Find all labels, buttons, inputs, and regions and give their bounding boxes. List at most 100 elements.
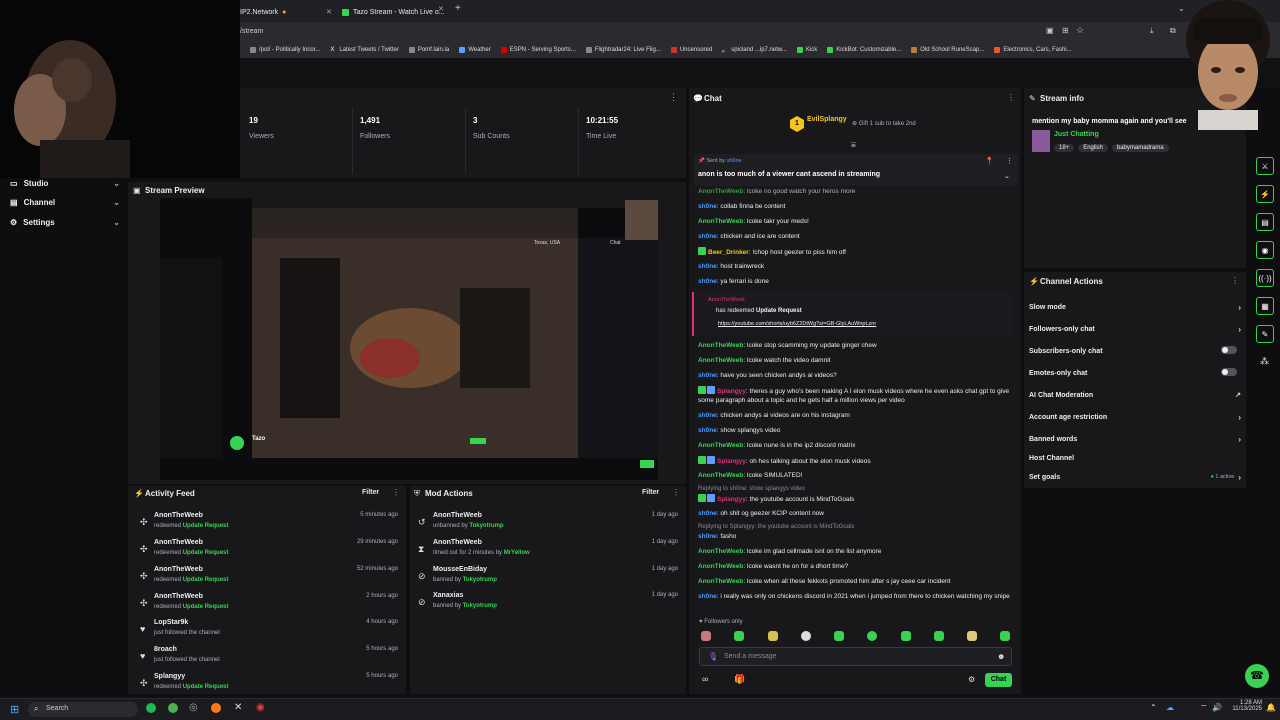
bookmark[interactable]: Weather — [459, 47, 491, 53]
chat-user[interactable]: sh0ne — [698, 233, 717, 240]
emote-icon[interactable] — [801, 631, 811, 641]
chat-user[interactable]: AnonTheWeeb — [698, 442, 743, 449]
bookmark[interactable]: Electronics, Cars, Fashi... — [994, 47, 1072, 53]
bookmark[interactable]: Old School RuneScap... — [911, 47, 984, 53]
emote-icon[interactable] — [768, 631, 778, 641]
rail-button-moderation[interactable]: ⚔ — [1256, 157, 1274, 175]
gear-icon[interactable]: ⚙ — [968, 675, 975, 684]
user-name[interactable]: Splangyy — [154, 673, 185, 680]
redeem-link[interactable]: https://youtube.com/shorts/uyb6Z2DtWg?si… — [718, 321, 876, 327]
emoji-icon[interactable]: ☻ — [997, 652, 1005, 661]
filter-button[interactable]: Filter — [642, 489, 659, 496]
sent-by-user[interactable]: sh0ne — [727, 158, 742, 164]
emote-icon[interactable] — [967, 631, 977, 641]
send-chat-button[interactable]: Chat — [985, 673, 1012, 687]
emote-icon[interactable] — [867, 631, 877, 641]
close-icon[interactable]: ✕ — [326, 8, 332, 16]
chat-user[interactable]: sh0ne — [698, 263, 717, 270]
user-name[interactable]: MousseEnBiday — [433, 566, 487, 573]
wifi-icon[interactable]: ⌔ — [1200, 703, 1208, 713]
cloud-icon[interactable]: ☁ — [1166, 703, 1174, 712]
chat-user[interactable]: AnonTheWeeb — [698, 188, 743, 195]
bookmark[interactable]: Flightradar24: Live Flig... — [585, 47, 661, 53]
steam-icon[interactable]: ◎ — [189, 702, 198, 713]
reply-context[interactable]: Replying to Splangyy: the youtube accoun… — [698, 524, 854, 530]
chat-user[interactable]: AnonTheWeeb — [698, 342, 743, 349]
sidebar-item-settings[interactable]: ⚙ Settings ⌄ — [10, 214, 120, 230]
toggle-switch[interactable] — [1221, 368, 1237, 376]
extensions-icon[interactable]: ⧉ — [1170, 26, 1176, 36]
bookmark[interactable]: Uncensored — [670, 47, 712, 53]
action-banned-words[interactable]: Banned words › — [1029, 432, 1241, 446]
moderator-name[interactable]: MrYellow — [504, 550, 530, 556]
chat-user[interactable]: sh0ne — [698, 203, 717, 210]
browser-tab-ip2[interactable]: IP2.Network ● ✕ — [240, 4, 332, 20]
rail-button-notes[interactable]: ▤ — [1256, 213, 1274, 231]
rail-button-actions[interactable]: ⚡ — [1256, 185, 1274, 203]
tag[interactable]: babymamadrama — [1111, 144, 1169, 152]
browser-tab-tazo[interactable]: Tazo Stream - Watch Live o... — [342, 4, 446, 20]
emote-icon[interactable] — [734, 631, 744, 641]
chat-user[interactable]: AnonTheWeeb — [698, 578, 743, 585]
stream-video[interactable]: Tazo Chat Texas, USA — [160, 198, 658, 480]
moderator-name[interactable]: Tokyotrump — [469, 523, 503, 529]
user-name[interactable]: AnonTheWeeb — [154, 593, 203, 600]
emote-icon[interactable] — [834, 631, 844, 641]
chat-user[interactable]: AnonTheWeeb — [698, 218, 743, 225]
user-name[interactable]: AnonTheWeeb — [154, 566, 203, 573]
gift-icon[interactable]: 🎁 — [734, 674, 745, 685]
rail-button-tools[interactable]: ✎ — [1256, 325, 1274, 343]
close-icon[interactable]: ✕ — [438, 5, 444, 13]
filter-button[interactable]: Filter — [362, 489, 379, 496]
tag[interactable]: English — [1078, 144, 1108, 152]
notification-icon[interactable]: 🔔 — [1266, 703, 1276, 712]
action-account-age[interactable]: Account age restriction › — [1029, 410, 1241, 424]
bookmark[interactable]: Kick — [796, 47, 817, 53]
infinity-icon[interactable]: ∞ — [702, 674, 708, 684]
new-tab-icon[interactable]: + — [455, 3, 461, 14]
moderator-name[interactable]: Tokyotrump — [463, 603, 497, 609]
sidebar-item-channel[interactable]: ▤ Channel ⌄ — [10, 194, 120, 210]
chevron-up-icon[interactable]: ⌃ — [1150, 703, 1157, 712]
gift-leader-name[interactable]: EvilSplangy — [807, 116, 847, 123]
firefox-icon[interactable] — [211, 703, 221, 713]
bookmark[interactable]: /pol/ - Politically Incor... — [250, 47, 320, 53]
star-icon[interactable]: ☆ — [1076, 25, 1084, 36]
user-name[interactable]: Xanaxias — [433, 592, 463, 599]
microphone-icon[interactable]: 🎙 — [708, 652, 718, 661]
pin-icon[interactable]: 📍 — [985, 157, 994, 165]
emote-icon[interactable] — [701, 631, 711, 641]
chat-user[interactable]: AnonTheWeeb — [698, 548, 743, 555]
reply-context[interactable]: Replying to sh0ne: show splangys video — [698, 486, 805, 492]
chat-user[interactable]: AnonTheWeeb — [698, 563, 743, 570]
chat-user[interactable]: sh0ne — [698, 593, 717, 600]
help-chat-button[interactable]: ☎ — [1245, 664, 1269, 688]
chat-user[interactable]: AnonTheWeeb — [698, 357, 743, 364]
redeem-user[interactable]: AnonTheWeeb — [708, 297, 745, 303]
action-ai-moderation[interactable]: AI Chat Moderation ↗ — [1029, 388, 1241, 402]
clock[interactable]: 1:28 AM 11/13/2025 — [1228, 700, 1262, 712]
chat-input[interactable]: 🎙 Send a message ☻ — [699, 647, 1012, 666]
bookmark[interactable]: Pomf.lain.la — [408, 47, 449, 53]
spotify-icon[interactable] — [146, 703, 156, 713]
volume-icon[interactable]: 🔊 — [1212, 703, 1222, 712]
screenshot-icon[interactable]: ▣ — [1046, 26, 1054, 35]
download-icon[interactable]: ⤓ — [1150, 26, 1154, 36]
chrome-icon[interactable] — [168, 703, 178, 713]
user-name[interactable]: AnonTheWeeb — [154, 512, 203, 519]
user-name[interactable]: AnonTheWeeb — [433, 539, 482, 546]
emote-icon[interactable] — [901, 631, 911, 641]
collapse-icon[interactable]: ⩸ — [851, 140, 856, 150]
chat-user[interactable]: sh0ne — [698, 427, 717, 434]
chat-user[interactable]: sh0ne — [698, 510, 717, 517]
chat-user[interactable]: AnonTheWeeb — [698, 472, 743, 479]
emote-icon[interactable] — [934, 631, 944, 641]
toggle-switch[interactable] — [1221, 346, 1237, 354]
bookmark[interactable]: X Latest Tweets / Twitter — [330, 47, 398, 53]
chat-user[interactable]: Splangyy — [717, 388, 746, 395]
rail-button-audio[interactable]: ((·)) — [1256, 269, 1274, 287]
category-link[interactable]: Just Chatting — [1054, 131, 1099, 138]
action-slow-mode[interactable]: Slow mode › — [1029, 300, 1241, 314]
more-icon[interactable]: ⋮ — [1231, 276, 1239, 285]
obs-icon[interactable]: ◉ — [256, 702, 265, 713]
